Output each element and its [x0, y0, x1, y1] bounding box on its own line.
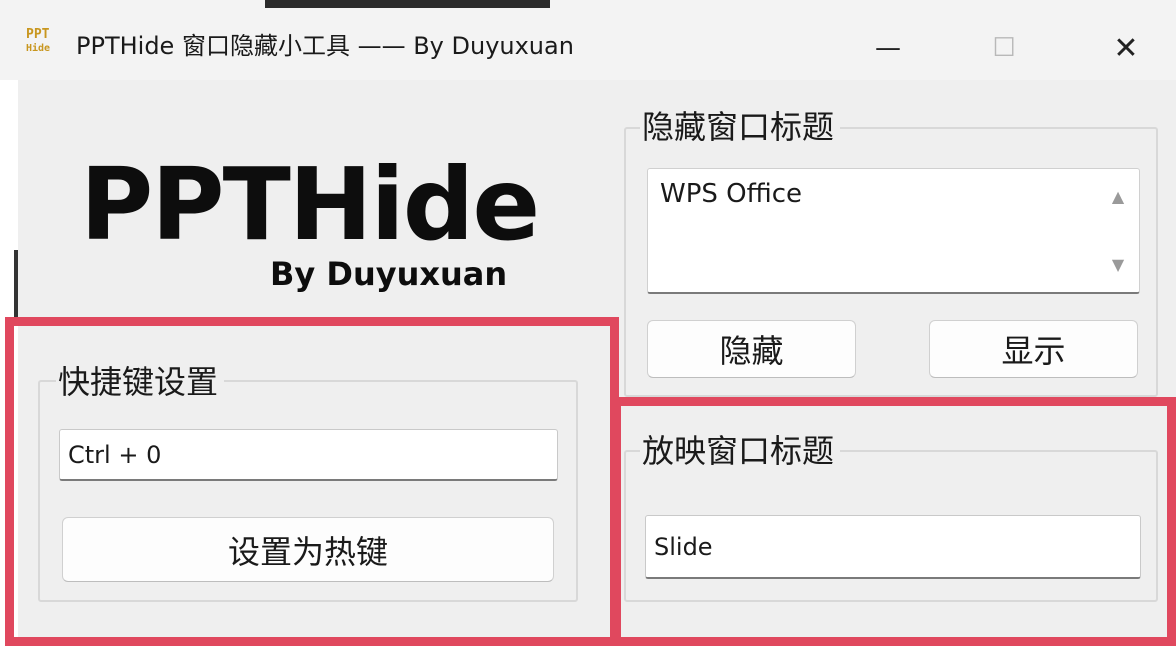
- logo-main-text: PPTHide: [80, 146, 540, 263]
- hide-window-title-value: WPS Office: [660, 179, 803, 209]
- close-button[interactable]: ✕: [1086, 20, 1166, 76]
- window-title: PPTHide 窗口隐藏小工具 —— By Duyuxuan: [76, 32, 574, 60]
- scroll-down-icon[interactable]: ▼: [1101, 255, 1135, 274]
- app-icon-bottom-text: Hide: [26, 43, 51, 54]
- slideshow-highlight-box: [612, 397, 1176, 646]
- logo: PPTHide By Duyuxuan: [80, 146, 550, 293]
- hotkey-highlight-box: [5, 317, 619, 646]
- textarea-scrollbar[interactable]: ▲ ▼: [1101, 173, 1135, 288]
- hide-window-group-title: 隐藏窗口标题: [640, 107, 841, 147]
- minimize-icon: —: [875, 33, 901, 63]
- scroll-up-icon[interactable]: ▲: [1101, 187, 1135, 206]
- maximize-button: ☐: [964, 20, 1044, 76]
- hide-button[interactable]: 隐藏: [647, 320, 856, 378]
- minimize-button[interactable]: —: [848, 20, 928, 76]
- hide-window-title-textarea[interactable]: WPS Office ▲ ▼: [647, 168, 1140, 294]
- left-edge-dark: [14, 250, 18, 320]
- logo-sub-text: By Duyuxuan: [270, 255, 508, 293]
- app-icon: PPT Hide: [26, 28, 62, 64]
- show-button[interactable]: 显示: [929, 320, 1138, 378]
- close-icon: ✕: [1113, 30, 1139, 66]
- background-window-edge: [265, 0, 550, 8]
- app-icon-top-text: PPT: [26, 27, 50, 42]
- maximize-icon: ☐: [992, 33, 1016, 63]
